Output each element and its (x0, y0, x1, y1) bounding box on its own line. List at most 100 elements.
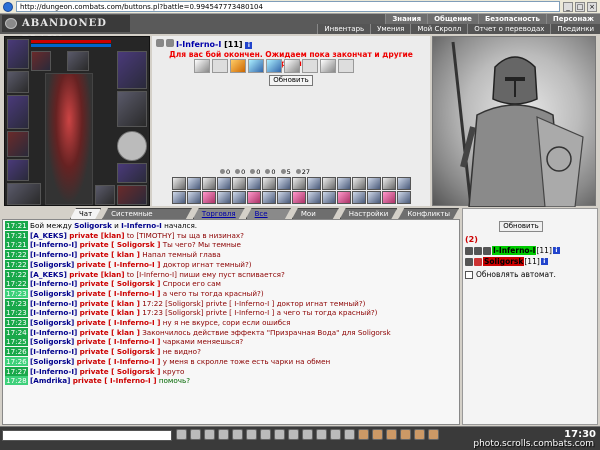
chat-sender[interactable]: [Soligorsk] (30, 337, 74, 346)
player-info-icon[interactable]: i (552, 247, 560, 254)
chat-player[interactable]: Soligorsk (74, 221, 112, 230)
player-name-red[interactable]: Soligorsk (483, 257, 525, 266)
trick-slot[interactable] (292, 177, 306, 190)
tab-my-logs[interactable]: Мои логи (292, 208, 339, 219)
scroll-icon[interactable] (386, 429, 397, 440)
chat-time[interactable]: 17:22 (5, 269, 28, 279)
menu-inventory[interactable]: Инвентарь (317, 24, 371, 34)
tab-settings[interactable]: Настройки (340, 208, 398, 219)
menu-skills[interactable]: Умения (370, 24, 411, 34)
skill-slot-4[interactable] (248, 59, 264, 73)
map-icon[interactable] (302, 429, 313, 440)
skill-slot-1[interactable] (194, 59, 210, 73)
chat-sender[interactable]: [I-Inferno-I] (30, 328, 77, 337)
trick-slot[interactable] (367, 177, 381, 190)
gift-icon[interactable] (400, 429, 411, 440)
chat-private[interactable]: private [ I-Inferno-I ] (77, 318, 161, 327)
cloak-slot[interactable] (117, 91, 147, 127)
chat-time[interactable]: 17:21 (5, 221, 28, 230)
helmet-slot[interactable] (7, 39, 29, 69)
mail-icon[interactable] (330, 429, 341, 440)
chat-private[interactable]: private [ Soligorsk ] (80, 279, 161, 288)
trick-slot[interactable] (277, 177, 291, 190)
tab-all-logs[interactable]: Все логи (246, 208, 291, 219)
chat-sender[interactable]: [Soligorsk] (30, 357, 74, 366)
chat-sender[interactable]: [Soligorsk] (30, 260, 74, 269)
boots-slot[interactable] (117, 163, 147, 183)
player-info-icon[interactable]: i (540, 258, 548, 265)
skill-slot-6[interactable] (284, 59, 300, 73)
close-icon[interactable]: × (587, 1, 597, 12)
chat-private[interactable]: private [ Soligorsk ] (80, 367, 161, 376)
minimize-icon[interactable]: _ (563, 1, 573, 12)
fight-icon[interactable] (274, 429, 285, 440)
trick-slot[interactable] (292, 191, 306, 204)
trick-slot[interactable] (397, 177, 411, 190)
trick-slot[interactable] (262, 191, 276, 204)
maximize-icon[interactable]: □ (575, 1, 585, 12)
chat-sender[interactable]: [I-Inferno-I] (30, 250, 77, 259)
earring-slot[interactable] (31, 51, 51, 71)
clear-icon[interactable] (190, 429, 201, 440)
chat-time[interactable]: 17:22 (5, 259, 28, 269)
belt-slot[interactable] (7, 159, 29, 181)
auto-refresh-checkbox[interactable] (465, 270, 473, 279)
skill-slot-3[interactable] (230, 59, 246, 73)
chat-time[interactable]: 17:25 (5, 337, 28, 347)
trick-slot[interactable] (202, 177, 216, 190)
trick-slot[interactable] (247, 191, 261, 204)
trick-slot[interactable] (352, 191, 366, 204)
trick-slot[interactable] (337, 191, 351, 204)
chat-private[interactable]: private [ I-Inferno-I ] (73, 376, 157, 385)
bag-icon[interactable] (358, 429, 369, 440)
trick-slot[interactable] (307, 177, 321, 190)
chat-time[interactable]: 17:22 (5, 279, 28, 289)
skill-slot-7[interactable] (302, 59, 318, 73)
skill-slot-8[interactable] (320, 59, 336, 73)
menu-fights[interactable]: Поединки (550, 24, 600, 34)
chat-sender[interactable]: [A_KEKS] (30, 231, 67, 240)
trick-slot[interactable] (247, 177, 261, 190)
info-icon[interactable] (414, 429, 425, 440)
menu-character[interactable]: Персонаж (545, 14, 600, 24)
skill-slot-5[interactable] (266, 59, 282, 73)
menu-knowledge[interactable]: Знания (385, 14, 428, 24)
extra-slot[interactable] (117, 185, 147, 205)
chat-private[interactable]: private [ I-Inferno-I ] (77, 357, 161, 366)
exit-icon[interactable] (428, 429, 439, 440)
amulet-slot[interactable] (7, 71, 29, 93)
trick-slot[interactable] (187, 177, 201, 190)
trick-slot[interactable] (217, 177, 231, 190)
chat-time[interactable]: 17:23 (5, 298, 28, 308)
chat-private[interactable]: private [ I-Inferno-I ] (77, 337, 161, 346)
trick-slot[interactable] (307, 191, 321, 204)
chat-private[interactable]: private [ Soligorsk ] (80, 240, 161, 249)
chat-time[interactable]: 17:23 (5, 288, 28, 298)
skill-slot-2[interactable] (212, 59, 228, 73)
trick-slot[interactable] (382, 177, 396, 190)
tab-conflicts[interactable]: Конфликты (398, 208, 459, 219)
chat-sender[interactable]: [I-Inferno-I] (30, 299, 77, 308)
trick-slot[interactable] (322, 191, 336, 204)
player-info-icon[interactable]: i (245, 42, 253, 49)
chat-time[interactable]: 17:26 (5, 356, 28, 366)
chat-sender[interactable]: [Soligorsk] (30, 318, 74, 327)
trick-slot[interactable] (262, 177, 276, 190)
smile-icon[interactable] (204, 429, 215, 440)
chat-private[interactable]: private [ klan ] (80, 299, 140, 308)
tab-chat[interactable]: Чат (70, 208, 101, 219)
tab-system-messages[interactable]: Системные сообщения (102, 208, 192, 219)
players-refresh-button[interactable]: Обновить (499, 221, 543, 232)
player-name[interactable]: I-Inferno-I (176, 40, 221, 49)
chat-time[interactable]: 17:21 (5, 230, 28, 240)
menu-transfer-report[interactable]: Отчет о переводах (467, 24, 551, 34)
trick-slot[interactable] (352, 177, 366, 190)
book-icon[interactable] (316, 429, 327, 440)
gloves-slot[interactable] (7, 183, 41, 205)
armor-slot[interactable] (7, 131, 29, 157)
offhand-slot[interactable] (117, 51, 147, 89)
chat-sender[interactable]: [I-Inferno-I] (30, 367, 77, 376)
chat-time[interactable]: 17:28 (5, 376, 28, 386)
chat-sender[interactable]: [I-Inferno-I] (30, 240, 77, 249)
menu-security[interactable]: Безопасность (477, 14, 546, 24)
